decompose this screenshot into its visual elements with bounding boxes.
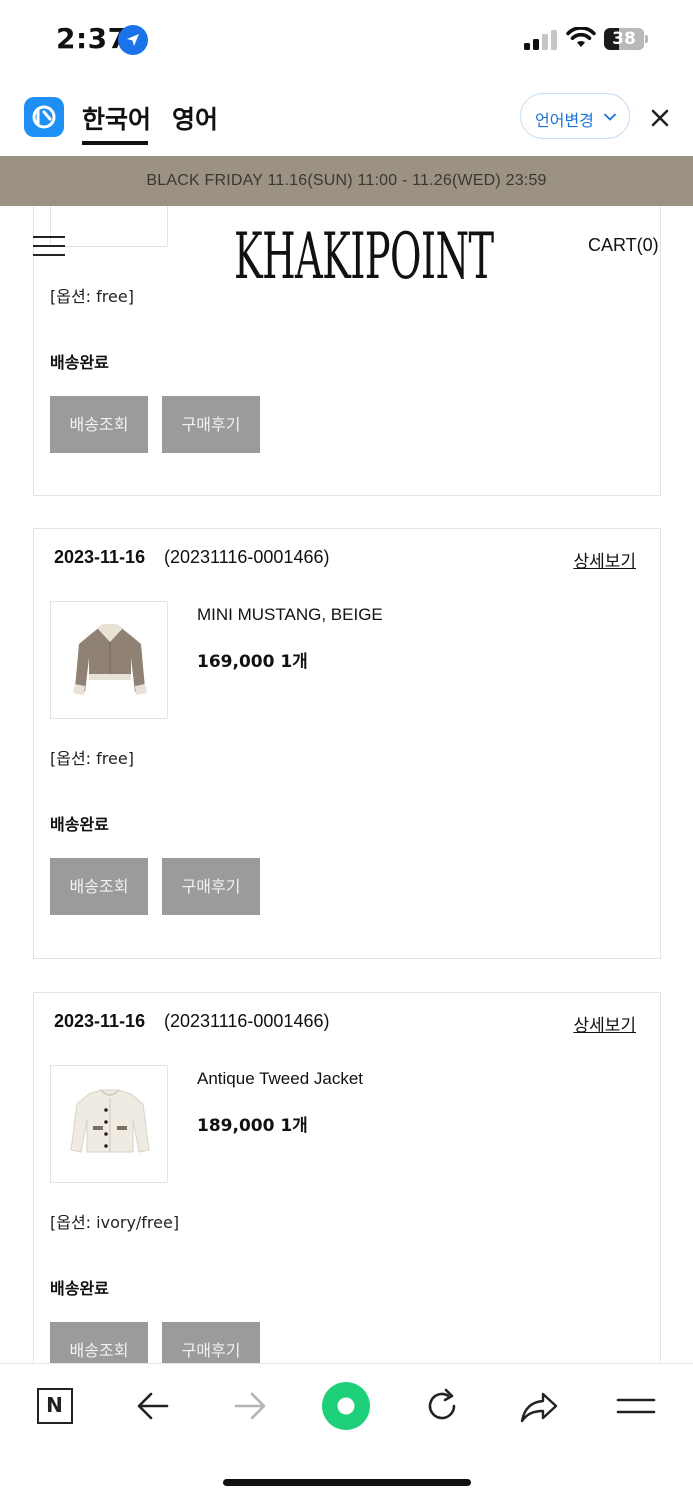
home-indicator <box>223 1479 471 1486</box>
clock: 2:37 <box>56 22 128 55</box>
order-card: 2023-11-16 (20231116-0001466) 상세보기 MINI … <box>33 528 661 959</box>
chevron-down-icon <box>603 113 617 121</box>
cart-link[interactable]: CART(0) <box>588 235 659 256</box>
write-review-button[interactable]: 구매후기 <box>162 858 260 915</box>
write-review-button[interactable]: 구매후기 <box>162 1322 260 1363</box>
track-delivery-button[interactable]: 배송조회 <box>50 858 148 915</box>
battery-tip <box>645 35 648 43</box>
refresh-icon[interactable] <box>422 1386 462 1426</box>
tweed-jacket-image <box>70 1089 150 1153</box>
status-bar: 2:37 38 <box>0 0 693 80</box>
product-option: [옵션: free] <box>50 749 134 768</box>
view-details-link[interactable]: 상세보기 <box>573 547 636 572</box>
naver-letter: N <box>46 1393 63 1417</box>
product-thumbnail[interactable] <box>50 1065 168 1183</box>
papago-translate-icon[interactable] <box>24 97 64 137</box>
naver-home-icon[interactable]: N <box>37 1388 73 1424</box>
order-number: (20231116-0001466) <box>164 1011 330 1031</box>
track-delivery-button[interactable]: 배송조회 <box>50 396 148 453</box>
active-tab-indicator <box>82 141 148 145</box>
battery-icon: 38 <box>604 28 648 50</box>
product-name[interactable]: MINI MUSTANG, BEIGE <box>197 605 383 625</box>
product-price: 169,000 1개 <box>197 652 308 672</box>
delivery-status: 배송완료 <box>50 353 109 372</box>
product-thumbnail[interactable] <box>50 601 168 719</box>
write-review-button[interactable]: 구매후기 <box>162 396 260 453</box>
share-icon[interactable] <box>519 1386 559 1426</box>
cellular-signal-icon <box>524 30 557 50</box>
forward-arrow-icon[interactable] <box>230 1386 270 1426</box>
order-number: (20231116-0001466) <box>164 547 330 567</box>
green-dot-icon[interactable] <box>321 1381 371 1431</box>
order-card: 2023-11-16 (20231116-0001466) 상세보기 Antiq… <box>33 992 661 1363</box>
translation-bar: 한국어 영어 언어변경 <box>0 80 693 156</box>
tab-english[interactable]: 영어 <box>172 100 218 136</box>
product-name[interactable]: Antique Tweed Jacket <box>197 1069 363 1089</box>
menu-icon[interactable] <box>616 1386 656 1426</box>
hamburger-menu-icon[interactable] <box>33 236 65 256</box>
wifi-icon <box>566 27 596 47</box>
order-date: 2023-11-16 <box>54 547 146 567</box>
back-arrow-icon[interactable] <box>133 1386 173 1426</box>
track-delivery-button[interactable]: 배송조회 <box>50 1322 148 1363</box>
site-header: KHAKIPOINT CART(0) <box>0 206 693 302</box>
jacket-image <box>73 624 147 695</box>
battery-percent: 38 <box>612 29 636 49</box>
order-date: 2023-11-16 <box>54 1011 146 1031</box>
view-details-link[interactable]: 상세보기 <box>573 1011 636 1036</box>
order-list: [옵션: free] 배송완료 배송조회 구매후기 2023-11-16 (20… <box>0 206 693 1363</box>
tab-korean[interactable]: 한국어 <box>82 100 151 136</box>
change-language-label: 언어변경 <box>535 111 594 130</box>
browser-toolbar: N <box>0 1363 693 1500</box>
change-language-button[interactable]: 언어변경 <box>520 93 630 139</box>
delivery-status: 배송완료 <box>50 815 109 834</box>
close-icon[interactable] <box>648 106 672 130</box>
promo-banner[interactable]: BLACK FRIDAY 11.16(SUN) 11:00 - 11.26(WE… <box>0 156 693 206</box>
location-arrow-icon <box>118 25 148 55</box>
product-price: 189,000 1개 <box>197 1116 308 1136</box>
product-option: [옵션: ivory/free] <box>50 1213 180 1232</box>
site-logo[interactable]: KHAKIPOINT <box>234 222 494 292</box>
delivery-status: 배송완료 <box>50 1279 109 1298</box>
